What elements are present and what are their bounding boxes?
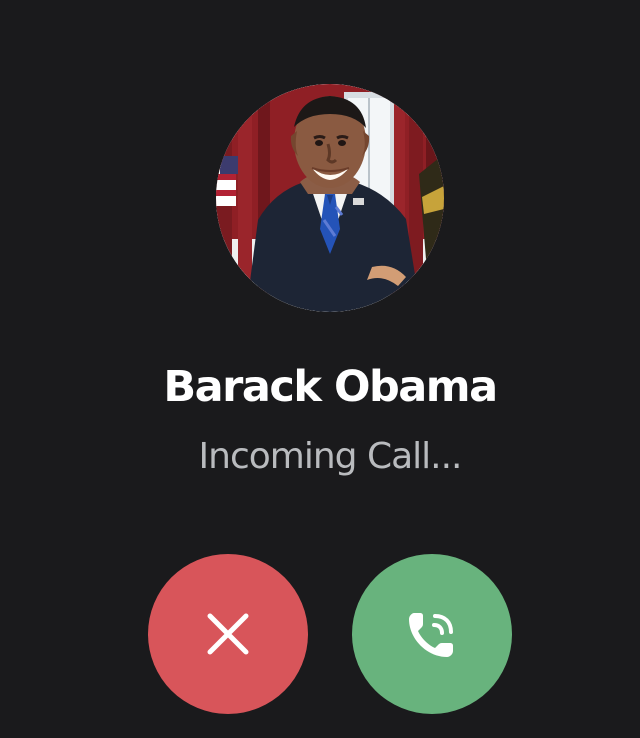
caller-name: Barack Obama	[163, 362, 498, 412]
decline-call-button[interactable]	[148, 554, 308, 714]
caller-photo	[216, 84, 444, 312]
close-icon	[207, 613, 249, 655]
incoming-call-window: Barack Obama Incoming Call...	[0, 0, 640, 738]
phone-ringing-icon	[409, 613, 453, 657]
caller-avatar	[216, 84, 444, 312]
incoming-call-status: Incoming Call...	[198, 436, 463, 477]
accept-call-button[interactable]	[352, 554, 512, 714]
